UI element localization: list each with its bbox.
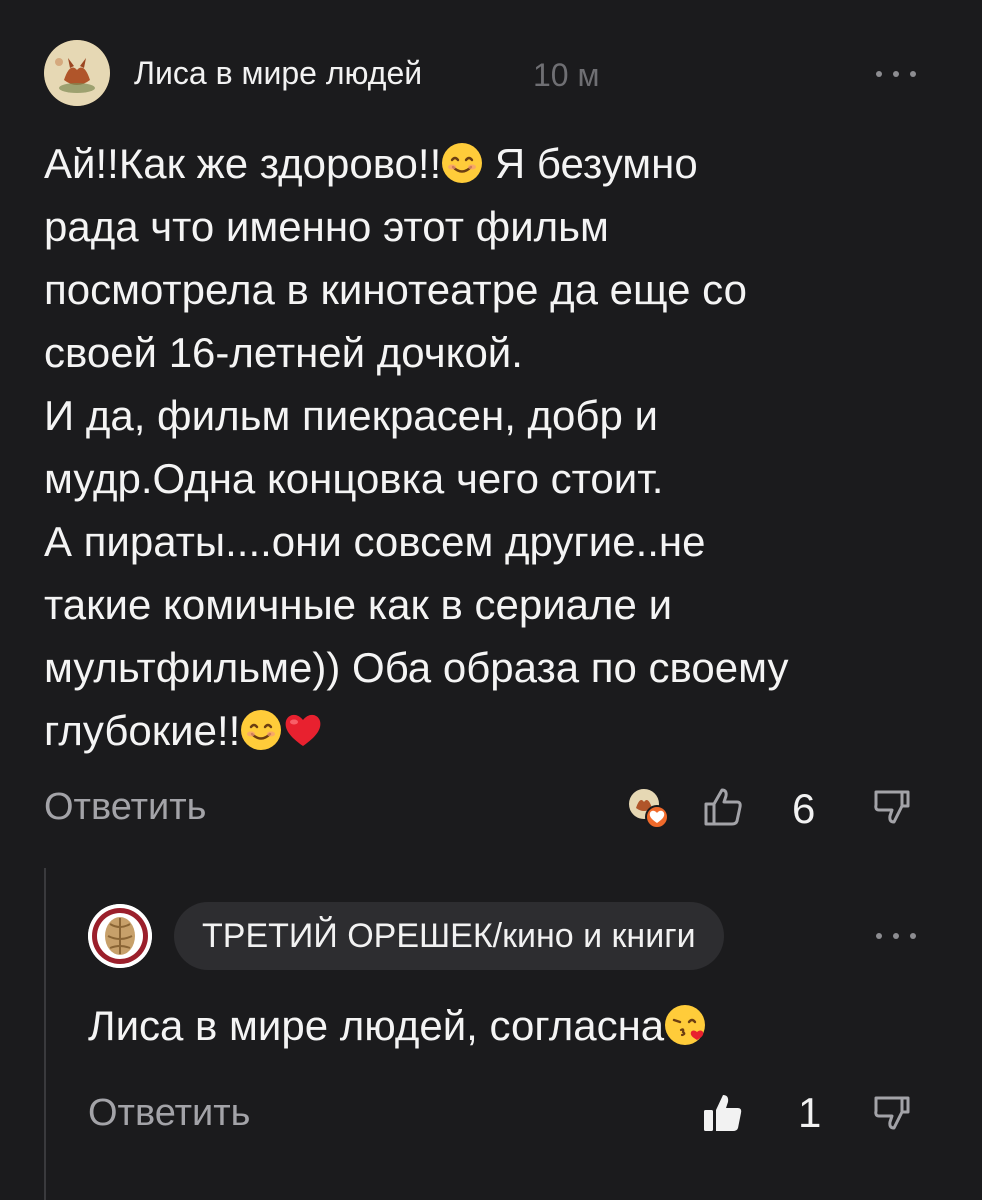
comment-line: рада что именно этот фильм [44, 203, 609, 250]
thumb-up-filled-icon[interactable] [700, 1090, 746, 1136]
reply-text: Лиса в мире людей, согласна [88, 996, 706, 1056]
reply-author-chip[interactable]: ТРЕТИЙ ОРЕШЕК/кино и книги [174, 902, 724, 970]
comment-time: 10 м [533, 57, 600, 93]
comment-line: Я безумно [483, 140, 698, 187]
comment-line: Ай!!Как же здорово!! [44, 140, 442, 187]
comment-line: своей 16-летней дочкой. [44, 329, 523, 376]
comment-author[interactable]: Лиса в мире людей [134, 52, 422, 94]
comment-line: мудр.Одна концовка чего стоит. [44, 455, 664, 502]
reacted-user-avatar-heart-icon[interactable] [626, 786, 670, 830]
smiling-face-icon [442, 143, 483, 183]
more-dots-icon[interactable] [876, 926, 916, 946]
comment-line: глубокие!! [44, 707, 241, 754]
like-count: 6 [792, 785, 816, 832]
reply-text-content: Лиса в мире людей, согласна [88, 1002, 665, 1049]
comment-line: такие комичные как в сериале и [44, 581, 673, 628]
like-count: 1 [798, 1089, 822, 1136]
comment-line: И да, фильм пиекрасен, добр и [44, 392, 658, 439]
red-heart-icon [285, 714, 321, 746]
reply-button[interactable]: Ответить [88, 1090, 250, 1136]
thumb-down-outline-icon[interactable] [872, 786, 914, 828]
comment-text: Ай!!Как же здорово!! Я безумно рада что … [44, 132, 944, 762]
thumb-down-outline-icon[interactable] [872, 1092, 914, 1134]
walnut-avatar[interactable] [88, 904, 152, 968]
comment-line: мультфильме)) Оба образа по своему [44, 644, 789, 691]
smiling-face-icon [241, 710, 282, 750]
reply-button[interactable]: Ответить [44, 784, 206, 830]
more-dots-icon[interactable] [876, 64, 916, 84]
fox-avatar[interactable] [44, 40, 110, 106]
thumb-up-outline-icon[interactable] [700, 784, 746, 830]
comment-line: А пираты....они совсем другие..не [44, 518, 706, 565]
thread-line [44, 868, 46, 1200]
face-blowing-kiss-icon [665, 1005, 706, 1045]
comment-line: посмотрела в кинотеатре да еще со [44, 266, 747, 313]
